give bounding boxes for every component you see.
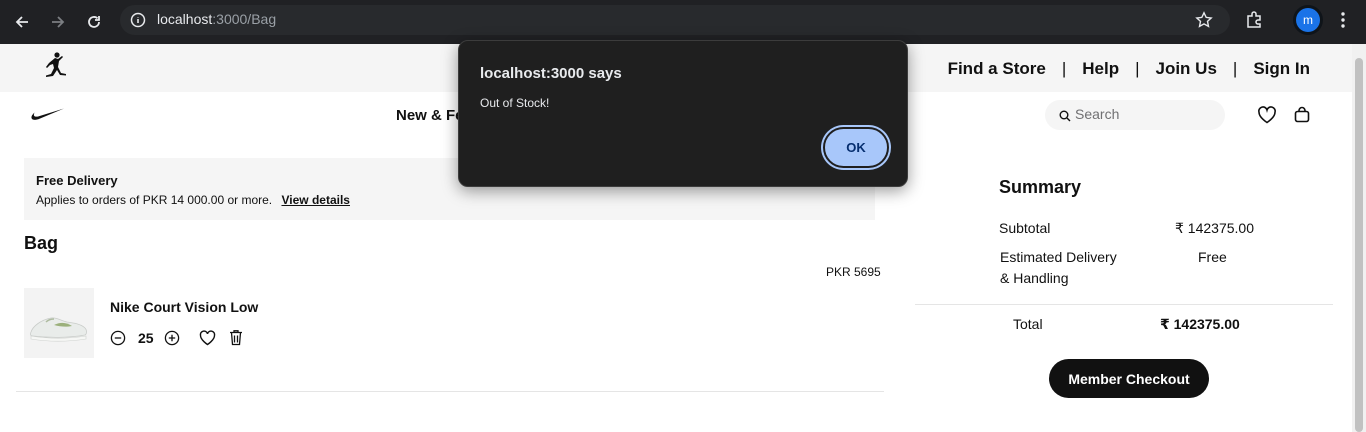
link-separator: | [1135, 59, 1140, 78]
join-us-link[interactable]: Join Us [1156, 59, 1217, 79]
alert-dialog: localhost:3000 says Out of Stock! OK [458, 40, 908, 187]
bag-divider [16, 391, 884, 392]
subtotal-label: Subtotal [999, 220, 1051, 236]
banner-text: Applies to orders of PKR 14 000.00 or mo… [36, 193, 273, 207]
delivery-value: Free [1198, 249, 1227, 265]
view-details-link[interactable]: View details [281, 193, 349, 207]
page-scrollbar[interactable] [1352, 44, 1366, 432]
utility-links: Find a Store | Help | Join Us | Sign In [948, 59, 1310, 79]
product-image[interactable] [24, 288, 94, 358]
sign-in-link[interactable]: Sign In [1253, 59, 1310, 79]
reload-icon[interactable] [81, 9, 107, 35]
bookmark-star-icon[interactable] [1195, 11, 1213, 34]
url-text: localhost:3000/Bag [157, 11, 277, 27]
extensions-icon[interactable] [1245, 10, 1264, 34]
back-icon[interactable] [9, 9, 35, 35]
nike-logo-icon[interactable] [31, 108, 65, 126]
delivery-label-line1: Estimated Delivery [1000, 249, 1117, 265]
ok-button[interactable]: OK [823, 127, 889, 168]
product-name[interactable]: Nike Court Vision Low [110, 299, 258, 315]
help-link[interactable]: Help [1082, 59, 1119, 79]
increase-quantity-icon[interactable] [164, 330, 180, 351]
search-box[interactable] [1045, 100, 1225, 130]
profile-avatar[interactable]: m [1296, 8, 1320, 32]
scrollbar-thumb[interactable] [1355, 58, 1363, 432]
browser-toolbar: localhost:3000/Bag m [0, 0, 1366, 44]
total-label: Total [1013, 316, 1043, 332]
summary-title: Summary [999, 177, 1082, 197]
search-input[interactable] [1075, 106, 1215, 122]
find-a-store-link[interactable]: Find a Store [948, 59, 1046, 79]
link-separator: | [1061, 59, 1067, 78]
subtotal-value: ₹ 142375.00 [1175, 220, 1254, 236]
member-checkout-button[interactable]: Member Checkout [1049, 359, 1209, 398]
nav-item-new-featured[interactable]: New & Fe [396, 107, 464, 124]
address-bar[interactable] [120, 5, 1230, 35]
site-info-icon[interactable] [130, 12, 146, 33]
search-icon [1059, 109, 1071, 127]
favorite-item-heart-icon[interactable] [199, 330, 216, 351]
quantity-value: 25 [138, 330, 154, 346]
item-price: PKR 5695 [826, 265, 881, 279]
forward-icon[interactable] [45, 9, 71, 35]
banner-text-row: Applies to orders of PKR 14 000.00 or mo… [36, 193, 350, 207]
jordan-logo-icon[interactable] [40, 52, 72, 87]
delivery-label-line2: & Handling [1000, 270, 1069, 286]
summary-divider [915, 304, 1333, 305]
dialog-title: localhost:3000 says [480, 65, 622, 82]
bag-title: Bag [24, 233, 59, 253]
favorites-heart-icon[interactable] [1257, 106, 1277, 129]
delete-trash-icon[interactable] [229, 329, 243, 351]
total-value: ₹ 142375.00 [1160, 316, 1240, 332]
link-separator: | [1232, 59, 1238, 78]
banner-title: Free Delivery [36, 173, 118, 188]
decrease-quantity-icon[interactable] [110, 330, 126, 351]
dialog-message: Out of Stock! [480, 96, 550, 110]
browser-menu-icon[interactable] [1339, 11, 1347, 34]
bag-icon[interactable] [1293, 106, 1311, 129]
